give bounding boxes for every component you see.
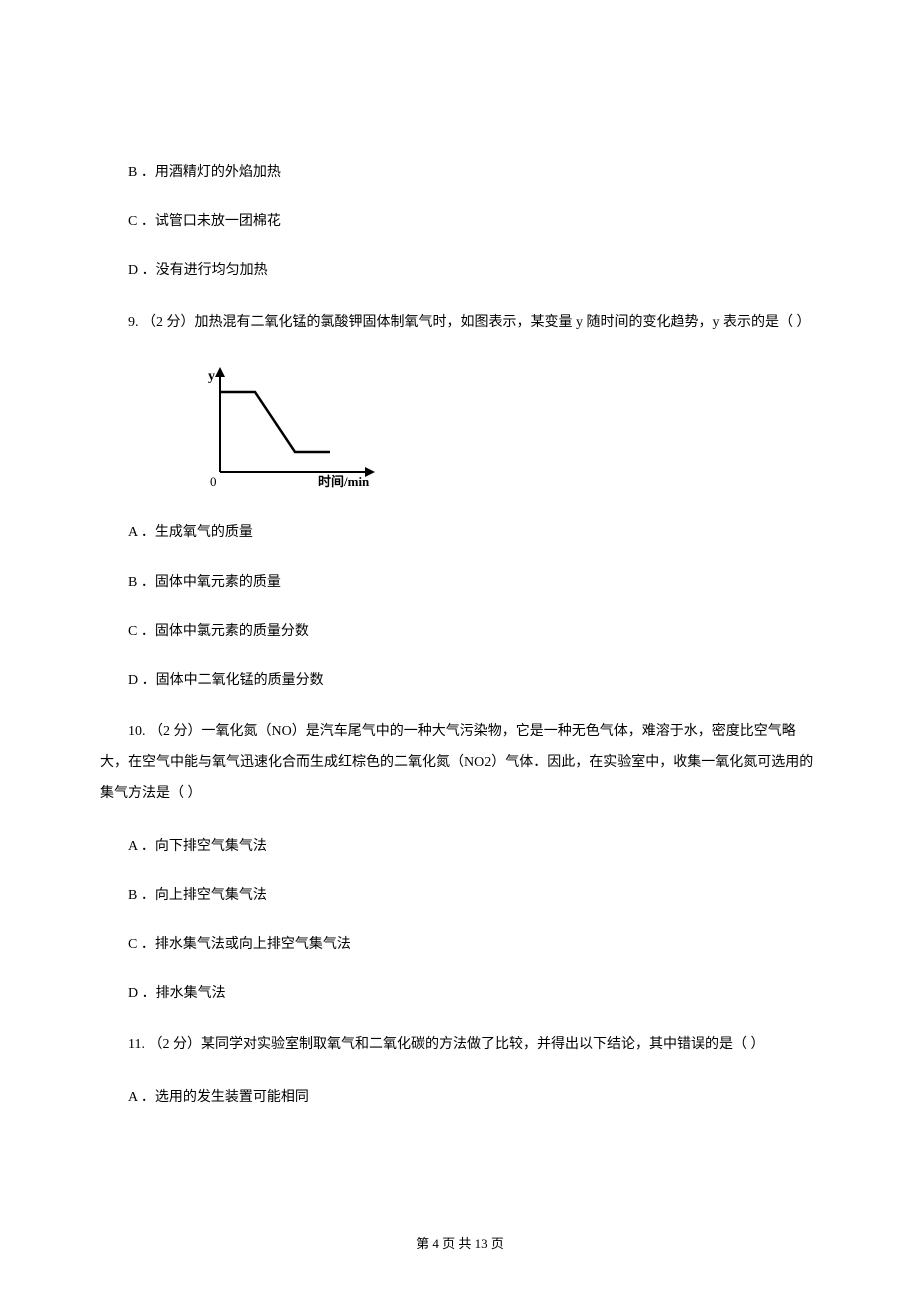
origin-label: 0 bbox=[210, 474, 217, 489]
y-axis-arrow bbox=[215, 367, 225, 377]
q10-option-b: B ．向上排空气集气法 bbox=[100, 883, 820, 908]
x-label: 时间/min bbox=[318, 474, 370, 489]
q8-option-d: D ．没有进行均匀加热 bbox=[100, 258, 820, 283]
q10-option-a: A ．向下排空气集气法 bbox=[100, 834, 820, 859]
page-footer: 第 4 页 共 13 页 bbox=[0, 1233, 920, 1252]
q10-stem-text: 10. （2 分）一氧化氮（NO）是汽车尾气中的一种大气污染物，它是一种无色气体… bbox=[100, 724, 813, 801]
q11-option-a: A ．选用的发生装置可能相同 bbox=[100, 1085, 820, 1110]
q10-option-d: D ．排水集气法 bbox=[100, 981, 820, 1006]
q10-option-c: C ．排水集气法或向上排空气集气法 bbox=[100, 932, 820, 957]
curve bbox=[220, 392, 330, 452]
q9-option-c: C ．固体中氯元素的质量分数 bbox=[100, 619, 820, 644]
q9-option-d: D ．固体中二氧化锰的质量分数 bbox=[100, 668, 820, 693]
q9-option-b: B ．固体中氧元素的质量 bbox=[100, 570, 820, 595]
y-label: y bbox=[208, 369, 215, 384]
q8-option-b: B ．用酒精灯的外焰加热 bbox=[100, 160, 820, 185]
q11-stem-text: 11. （2 分）某同学对实验室制取氧气和二氧化碳的方法做了比较，并得出以下结论… bbox=[128, 1037, 764, 1052]
q9-option-a: A ．生成氧气的质量 bbox=[100, 520, 820, 545]
q10-stem: 10. （2 分）一氧化氮（NO）是汽车尾气中的一种大气污染物，它是一种无色气体… bbox=[100, 717, 820, 809]
q11-stem: 11. （2 分）某同学对实验室制取氧气和二氧化碳的方法做了比较，并得出以下结论… bbox=[100, 1030, 820, 1061]
q9-stem-text: 9. （2 分）加热混有二氧化锰的氯酸钾固体制氧气时，如图表示，某变量 y 随时… bbox=[128, 315, 811, 330]
q9-stem: 9. （2 分）加热混有二氧化锰的氯酸钾固体制氧气时，如图表示，某变量 y 随时… bbox=[100, 308, 820, 339]
q9-chart: y 0 时间/min bbox=[200, 362, 380, 492]
q8-option-c: C ．试管口未放一团棉花 bbox=[100, 209, 820, 234]
